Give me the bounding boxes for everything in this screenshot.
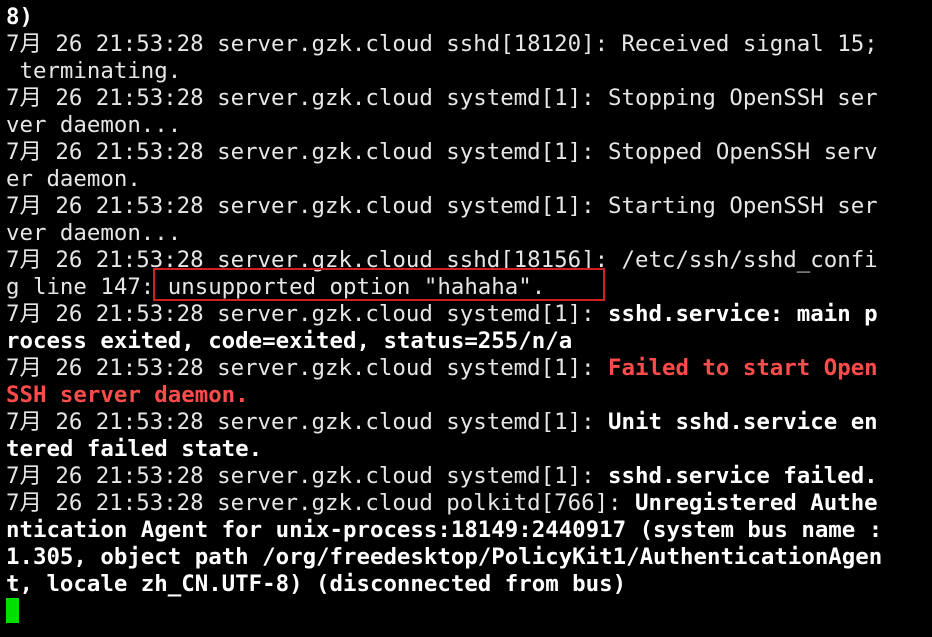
terminal-line: rocess exited, code=exited, status=255/n…: [6, 328, 928, 355]
log-text: terminating.: [6, 58, 182, 84]
log-text: 1.305, object path /org/freedesktop/Poli…: [6, 544, 883, 570]
terminal-line: SSH server daemon.: [6, 382, 928, 409]
terminal-line: ver daemon...: [6, 220, 928, 247]
terminal-line: 7月 26 21:53:28 server.gzk.cloud systemd[…: [6, 463, 928, 490]
log-text: t, locale zh_CN.UTF-8) (disconnected fro…: [6, 571, 627, 597]
error-text: Failed to start Open: [608, 355, 878, 381]
log-text: 7月 26 21:53:28 server.gzk.cloud systemd[…: [6, 409, 609, 435]
terminal-line: tered failed state.: [6, 436, 928, 463]
terminal-line: ver daemon...: [6, 112, 928, 139]
log-text: 7月 26 21:53:28 server.gzk.cloud systemd[…: [6, 301, 609, 327]
terminal-line: 7月 26 21:53:28 server.gzk.cloud sshd[181…: [6, 31, 928, 58]
log-text: ntication Agent for unix-process:18149:2…: [6, 517, 883, 543]
log-text: 7月 26 21:53:28 server.gzk.cloud systemd[…: [6, 463, 609, 489]
terminal-line: 1.305, object path /org/freedesktop/Poli…: [6, 544, 928, 571]
log-text: sshd.service failed.: [608, 463, 878, 489]
log-text: 7月 26 21:53:28 server.gzk.cloud systemd[…: [6, 139, 878, 165]
terminal-line: 7月 26 21:53:28 server.gzk.cloud systemd[…: [6, 355, 928, 382]
terminal-line: ntication Agent for unix-process:18149:2…: [6, 517, 928, 544]
log-text: ver daemon...: [6, 112, 182, 138]
log-text: sshd.service: main p: [608, 301, 878, 327]
log-text: 7月 26 21:53:28 server.gzk.cloud systemd[…: [6, 355, 609, 381]
terminal-line: 7月 26 21:53:28 server.gzk.cloud systemd[…: [6, 139, 928, 166]
log-text: Unregistered Authe: [635, 490, 878, 516]
terminal-line: 8): [6, 4, 928, 31]
log-text: tered failed state.: [6, 436, 263, 462]
log-text: 7月 26 21:53:28 server.gzk.cloud sshd[181…: [6, 31, 878, 57]
terminal-output[interactable]: 8) 7月 26 21:53:28 server.gzk.cloud sshd[1…: [6, 4, 928, 598]
terminal-line: 7月 26 21:53:28 server.gzk.cloud polkitd[…: [6, 490, 928, 517]
log-text: ver daemon...: [6, 220, 182, 246]
log-text: g line 147: unsupported option "hahaha".: [6, 274, 546, 300]
log-text: er daemon.: [6, 166, 141, 192]
log-text: 7月 26 21:53:28 server.gzk.cloud systemd[…: [6, 85, 878, 111]
terminal-line: 7月 26 21:53:28 server.gzk.cloud systemd[…: [6, 409, 928, 436]
terminal-line: t, locale zh_CN.UTF-8) (disconnected fro…: [6, 571, 928, 598]
log-text: 7月 26 21:53:28 server.gzk.cloud systemd[…: [6, 193, 878, 219]
terminal-cursor: [6, 598, 19, 623]
terminal-line: terminating.: [6, 58, 928, 85]
terminal-line: g line 147: unsupported option "hahaha".: [6, 274, 928, 301]
terminal-line: 7月 26 21:53:28 server.gzk.cloud sshd[181…: [6, 247, 928, 274]
terminal-line: er daemon.: [6, 166, 928, 193]
terminal-line: 7月 26 21:53:28 server.gzk.cloud systemd[…: [6, 301, 928, 328]
log-text: 7月 26 21:53:28 server.gzk.cloud sshd[181…: [6, 247, 878, 273]
log-text: rocess exited, code=exited, status=255/n…: [6, 328, 573, 354]
log-text: 7月 26 21:53:28 server.gzk.cloud polkitd[…: [6, 490, 636, 516]
error-text: SSH server daemon.: [6, 382, 249, 408]
log-text: Unit sshd.service en: [608, 409, 878, 435]
terminal-line: 7月 26 21:53:28 server.gzk.cloud systemd[…: [6, 85, 928, 112]
terminal-line: 7月 26 21:53:28 server.gzk.cloud systemd[…: [6, 193, 928, 220]
log-text: 8): [6, 4, 33, 30]
